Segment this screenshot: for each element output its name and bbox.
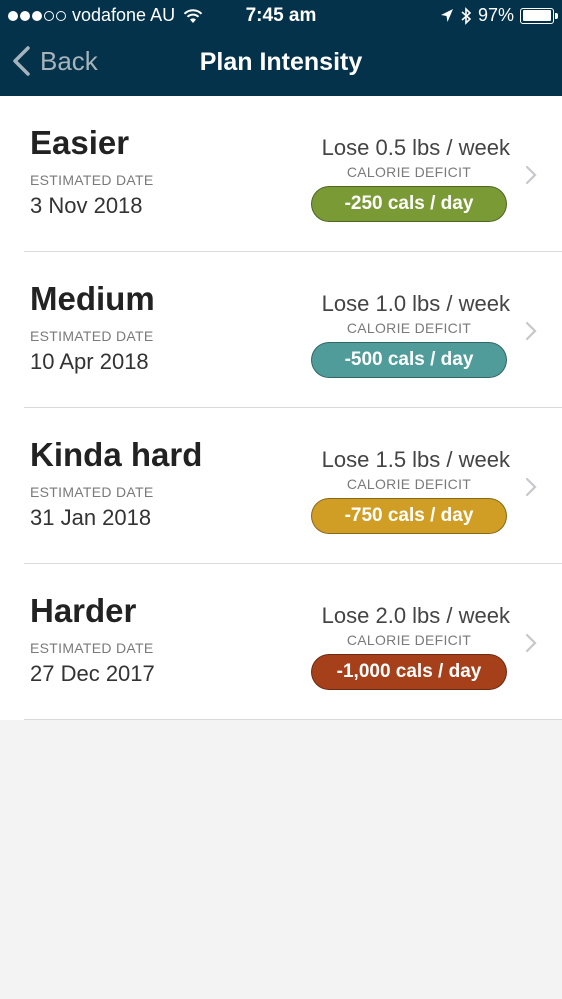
page-title: Plan Intensity	[199, 48, 363, 76]
estimated-date-label: ESTIMATED DATE	[30, 640, 154, 656]
status-bar: vodafone AU 7:45 am 97%	[0, 0, 562, 32]
plan-row-easier[interactable]: Easier ESTIMATED DATE 3 Nov 2018 Lose 0.…	[0, 96, 562, 252]
header: vodafone AU 7:45 am 97% Back Plan Intens…	[0, 0, 562, 96]
plan-row-medium[interactable]: Medium ESTIMATED DATE 10 Apr 2018 Lose 1…	[0, 252, 562, 408]
weekly-loss-rate: Lose 1.0 lbs / week	[321, 291, 510, 316]
calorie-deficit-badge: -1,000 cals / day	[311, 654, 507, 690]
bluetooth-icon	[461, 6, 472, 25]
estimated-date-label: ESTIMATED DATE	[30, 172, 154, 188]
row-divider	[24, 718, 562, 720]
plan-name: Kinda hard	[30, 436, 203, 473]
estimated-date: 27 Dec 2017	[30, 661, 155, 686]
estimated-date-label: ESTIMATED DATE	[30, 484, 154, 500]
estimated-date-label: ESTIMATED DATE	[30, 328, 154, 344]
calorie-deficit-label: CALORIE DEFICIT	[346, 164, 472, 180]
plan-name: Medium	[30, 280, 155, 317]
plan-name: Harder	[30, 592, 137, 629]
location-arrow-icon	[440, 8, 453, 22]
calorie-deficit-label: CALORIE DEFICIT	[346, 476, 472, 492]
chevron-right-icon	[525, 321, 537, 341]
estimated-date: 31 Jan 2018	[30, 505, 152, 530]
weekly-loss-rate: Lose 1.5 lbs / week	[321, 447, 510, 472]
battery-level	[522, 10, 551, 21]
chevron-right-icon	[525, 165, 537, 185]
nav-bar: Back Plan Intensity	[0, 32, 562, 96]
status-right: 97%	[440, 5, 558, 26]
plan-row-kinda-hard[interactable]: Kinda hard ESTIMATED DATE 31 Jan 2018 Lo…	[0, 408, 562, 564]
plan-row-harder[interactable]: Harder ESTIMATED DATE 27 Dec 2017 Lose 2…	[0, 564, 562, 720]
chevron-right-icon	[525, 633, 537, 653]
chevron-right-icon	[525, 477, 537, 497]
estimated-date: 3 Nov 2018	[30, 193, 143, 218]
calorie-deficit-label: CALORIE DEFICIT	[346, 632, 472, 648]
weekly-loss-rate: Lose 0.5 lbs / week	[321, 135, 510, 160]
calorie-deficit-badge: -750 cals / day	[311, 498, 507, 534]
calorie-deficit-badge: -250 cals / day	[311, 186, 507, 222]
battery-icon	[520, 7, 558, 24]
plan-name: Easier	[30, 124, 130, 161]
plan-list: Easier ESTIMATED DATE 3 Nov 2018 Lose 0.…	[0, 96, 562, 720]
weekly-loss-rate: Lose 2.0 lbs / week	[321, 603, 510, 628]
calorie-deficit-label: CALORIE DEFICIT	[346, 320, 472, 336]
estimated-date: 10 Apr 2018	[30, 349, 149, 374]
calorie-deficit-badge: -500 cals / day	[311, 342, 507, 378]
battery-percent: 97%	[477, 5, 514, 25]
